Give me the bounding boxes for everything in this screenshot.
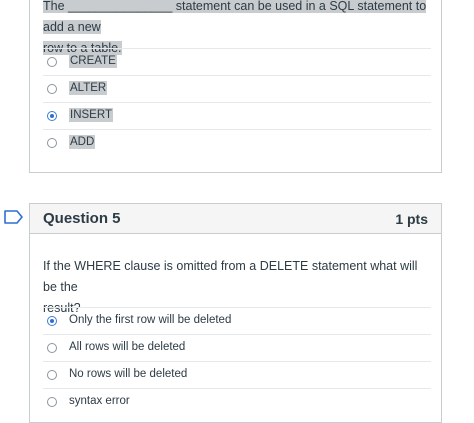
radio-button-selected[interactable]	[47, 111, 57, 121]
answer-label: ALTER	[69, 81, 108, 95]
answer-label: INSERT	[69, 108, 113, 122]
question-4-answer-add[interactable]: ADD	[43, 129, 431, 155]
question-4-answer-insert[interactable]: INSERT	[43, 102, 431, 128]
radio-button[interactable]	[47, 397, 57, 407]
answer-label: All rows will be deleted	[69, 341, 186, 353]
radio-button[interactable]	[47, 84, 57, 94]
question-5-answer-all-rows[interactable]: All rows will be deleted	[43, 334, 431, 360]
question-4-answer-alter[interactable]: ALTER	[43, 75, 431, 101]
question-4-answer-create[interactable]: CREATE	[43, 48, 431, 74]
radio-button[interactable]	[47, 138, 57, 148]
answer-label: ADD	[69, 135, 96, 149]
radio-button[interactable]	[47, 343, 57, 353]
question-4-text-line-1: The _______________ statement can be use…	[43, 0, 427, 34]
question-5-card: Question 5 1 pts If the WHERE clause is …	[29, 203, 442, 423]
question-header: Question 5 1 pts	[30, 204, 441, 234]
question-points: 1 pts	[395, 211, 428, 227]
radio-button[interactable]	[47, 370, 57, 380]
question-4-card: The _______________ statement can be use…	[29, 0, 442, 173]
question-5-answer-syntax-error[interactable]: syntax error	[43, 388, 431, 414]
question-5-text-line-1: If the WHERE clause is omitted from a DE…	[43, 259, 418, 294]
question-5-answer-first-row[interactable]: Only the first row will be deleted	[43, 307, 431, 333]
radio-button[interactable]	[47, 57, 57, 67]
radio-button-selected[interactable]	[47, 316, 57, 326]
answer-label: Only the first row will be deleted	[69, 314, 232, 326]
flag-question-icon[interactable]	[4, 210, 24, 224]
question-title: Question 5	[43, 210, 121, 227]
answer-label: CREATE	[69, 54, 117, 68]
answer-label: No rows will be deleted	[69, 368, 188, 380]
question-5-answer-no-rows[interactable]: No rows will be deleted	[43, 361, 431, 387]
answer-label: syntax error	[69, 395, 130, 407]
